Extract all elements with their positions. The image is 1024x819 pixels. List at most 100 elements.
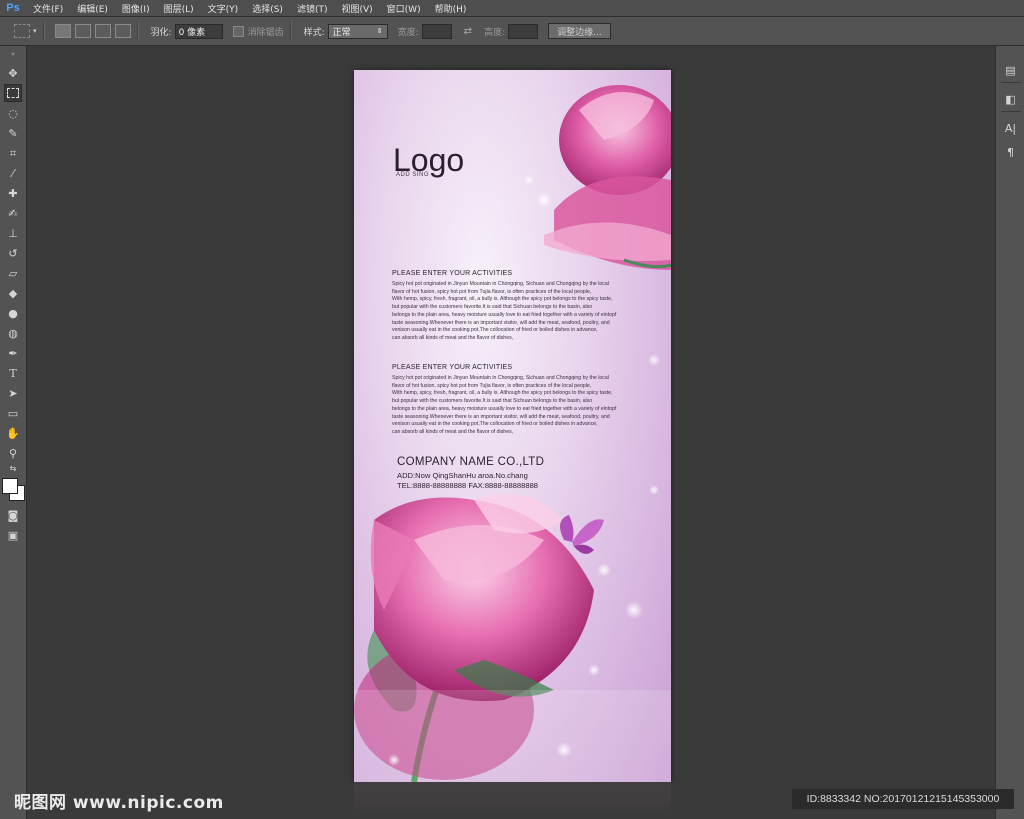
nipic-watermark: 昵图网 www.nipic.com	[14, 793, 224, 813]
antialias-checkbox[interactable]	[232, 25, 244, 37]
new-selection-icon[interactable]	[54, 24, 71, 38]
history-panel-icon[interactable]: ▤	[1002, 62, 1020, 78]
section-2-title: PLEASE ENTER YOUR ACTIVITIES	[392, 364, 513, 371]
shape-tool-icon[interactable]: ▭	[4, 404, 22, 422]
marquee-preset-icon[interactable]	[14, 24, 30, 38]
swap-colors-icon[interactable]: ⇆	[4, 464, 22, 474]
add-selection-icon[interactable]	[74, 24, 91, 38]
section-1-line: taste seasoning.Whenever there is an imp…	[392, 319, 610, 326]
section-2-line: venison usually eat in the cooking pot,T…	[392, 421, 598, 428]
swap-icon[interactable]: ⇄	[464, 26, 472, 37]
canvas-reflection	[354, 782, 671, 819]
section-1-line: venison usually eat in the cooking pot,T…	[392, 327, 598, 334]
eyedropper-tool-icon[interactable]: ⁄	[4, 164, 22, 182]
style-value: 正常	[332, 27, 351, 38]
menu-view[interactable]: 视图(V)	[334, 2, 379, 15]
hand-tool-icon[interactable]: ✋	[4, 424, 22, 442]
collapse-icon[interactable]: »	[0, 46, 26, 62]
divider	[289, 22, 292, 40]
tools-panel: » ✥ ◌ ✎ ⌗ ⁄ ✚ ✍ ⊥ ↺ ▱ ◆ ● ◍ ✒ T ➤ ▭ ✋ ⚲ …	[0, 46, 27, 819]
menu-edit[interactable]: 编辑(E)	[70, 2, 115, 15]
quick-select-tool-icon[interactable]: ✎	[4, 124, 22, 142]
section-1-line: belongs to the plain area, heavy moistur…	[392, 311, 617, 318]
menu-filter[interactable]: 滤镜(T)	[290, 2, 335, 15]
paragraph-panel-icon[interactable]: ¶	[1002, 144, 1020, 160]
poster-logo-subtitle: ADD SING	[396, 172, 430, 178]
chevron-down-icon[interactable]: ▾	[33, 27, 37, 35]
pen-tool-icon[interactable]: ✒	[4, 344, 22, 362]
eraser-tool-icon[interactable]: ▱	[4, 264, 22, 282]
top-rose	[544, 85, 671, 270]
refine-edge-button[interactable]: 调整边缘...	[548, 23, 611, 39]
width-input[interactable]	[421, 23, 452, 39]
photoshop-logo: Ps	[6, 2, 20, 14]
section-1-line: but popular with the customers favorite.…	[392, 304, 593, 311]
dodge-tool-icon[interactable]: ◍	[4, 324, 22, 342]
type-tool-icon[interactable]: T	[4, 364, 22, 382]
panels-dock: ▤ ◧ A| ¶	[995, 46, 1024, 819]
history-brush-tool-icon[interactable]: ↺	[4, 244, 22, 262]
width-label: 宽度:	[397, 27, 419, 38]
screen-mode-icon[interactable]: ▣	[4, 526, 22, 544]
subtract-selection-icon[interactable]	[94, 24, 111, 38]
image-id-badge: ID:8833342 NO:20170121215145353000	[792, 789, 1014, 809]
paint-bucket-tool-icon[interactable]: ◆	[4, 284, 22, 302]
properties-panel-icon[interactable]: ◧	[1002, 91, 1020, 107]
menu-type[interactable]: 文字(Y)	[201, 2, 246, 15]
menu-select[interactable]: 选择(S)	[245, 2, 290, 15]
company-name: COMPANY NAME CO.,LTD	[397, 456, 545, 468]
section-2-line: Spicy hot pot originated in Jinyun Mount…	[392, 375, 609, 381]
stamp-tool-icon[interactable]: ⊥	[4, 224, 22, 242]
section-1-line: can absorb all kinds of meat and the fla…	[392, 334, 514, 341]
section-2-line: can absorb all kinds of meat and the fla…	[392, 428, 514, 435]
intersect-selection-icon[interactable]	[114, 24, 131, 38]
antialias-label: 消除锯齿	[247, 27, 284, 38]
color-swatches[interactable]	[0, 476, 26, 504]
menu-help[interactable]: 帮助(H)	[428, 2, 474, 15]
section-2-line: belongs to the plain area, heavy moistur…	[392, 405, 617, 412]
company-phone: TEL:8888-88888888 FAX:8888-88888888	[397, 481, 539, 490]
zoom-tool-icon[interactable]: ⚲	[4, 444, 22, 462]
style-select[interactable]: 正常 ⇕	[327, 23, 388, 39]
document-canvas[interactable]: Logo ADD SING PLEASE ENTER YOUR ACTIVITI…	[354, 70, 671, 782]
chevron-updown-icon: ⇕	[376, 27, 383, 35]
butterfly	[560, 515, 604, 554]
character-panel-icon[interactable]: A|	[1002, 120, 1020, 136]
section-2-line: With hemp, spicy, fresh, fragrant, oil, …	[392, 390, 613, 397]
path-select-tool-icon[interactable]: ➤	[4, 384, 22, 402]
divider	[1000, 82, 1021, 83]
height-input[interactable]	[508, 23, 539, 39]
blur-tool-icon[interactable]: ●	[4, 304, 22, 322]
section-1-line: Spicy hot pot originated in Jinyun Mount…	[392, 281, 609, 287]
menu-bar: Ps 文件(F) 编辑(E) 图像(I) 图层(L) 文字(Y) 选择(S) 滤…	[0, 0, 1024, 17]
section-1-line: With hemp, spicy, fresh, fragrant, oil, …	[392, 296, 613, 303]
height-label: 高度:	[484, 27, 506, 38]
style-label: 样式:	[303, 27, 325, 38]
healing-tool-icon[interactable]: ✚	[4, 184, 22, 202]
move-tool-icon[interactable]: ✥	[4, 64, 22, 82]
feather-input[interactable]: 0 像素	[174, 23, 223, 39]
brush-tool-icon[interactable]: ✍	[4, 204, 22, 222]
quick-mask-icon[interactable]: ◙	[4, 506, 22, 524]
menu-file[interactable]: 文件(F)	[26, 2, 70, 15]
section-1-body: Spicy hot pot originated in Jinyun Mount…	[392, 281, 626, 343]
divider	[42, 22, 45, 40]
feather-label: 羽化:	[150, 27, 172, 38]
marquee-tool-icon[interactable]	[4, 84, 22, 102]
section-2-line: flavor of hot fusion, spicy hot pot from…	[392, 382, 592, 389]
menu-window[interactable]: 窗口(W)	[380, 2, 428, 15]
crop-tool-icon[interactable]: ⌗	[4, 144, 22, 162]
section-2-line: taste seasoning.Whenever there is an imp…	[392, 413, 610, 420]
menu-image[interactable]: 图像(I)	[115, 2, 157, 15]
divider	[136, 22, 139, 40]
section-1-line: flavor of hot fusion, spicy hot pot from…	[392, 288, 592, 295]
company-address: ADD:Now QingShanHu aroa.No.chang	[397, 471, 528, 480]
divider	[1000, 111, 1021, 112]
options-bar: ▾ 羽化: 0 像素 消除锯齿 样式: 正常 ⇕ 宽度: ⇄ 高度: 调整边缘.…	[0, 17, 1024, 46]
foreground-color-swatch[interactable]	[2, 478, 18, 494]
section-2-line: but popular with the customers favorite.…	[392, 398, 593, 405]
section-2-body: Spicy hot pot originated in Jinyun Mount…	[392, 375, 626, 437]
menu-layer[interactable]: 图层(L)	[157, 2, 201, 15]
section-1-title: PLEASE ENTER YOUR ACTIVITIES	[392, 270, 513, 277]
lasso-tool-icon[interactable]: ◌	[4, 104, 22, 122]
